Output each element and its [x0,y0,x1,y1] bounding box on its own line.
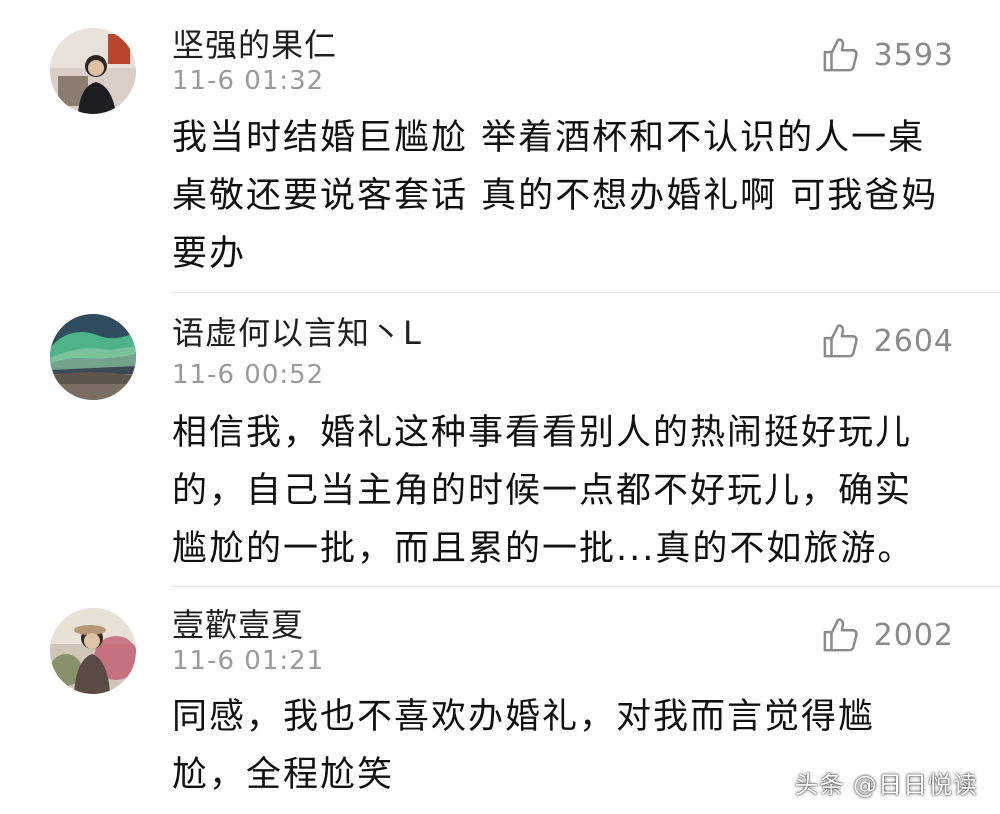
avatar[interactable] [50,28,136,114]
timestamp: 11-6 00:52 [172,360,325,390]
timestamp: 11-6 01:32 [172,66,325,96]
username[interactable]: 坚强的果仁 [172,20,337,66]
watermark: 头条 @日日悦读 [794,771,978,799]
like-count: 2604 [873,323,954,359]
username[interactable]: 语虚何以言知丶L [172,308,422,354]
thumbs-up-icon [822,616,860,654]
avatar[interactable] [50,608,136,694]
like-button[interactable]: 2604 [822,322,954,360]
like-count: 3593 [873,37,954,73]
comment-text: 相信我，婚礼这种事看看别人的热闹挺好玩儿的，自己当主角的时候一点都不好玩儿，确实… [172,413,915,569]
like-button[interactable]: 2002 [822,616,954,654]
thumbs-up-icon [822,36,860,74]
avatar[interactable] [50,314,136,400]
divider [172,586,1000,587]
username[interactable]: 壹歡壹夏 [172,600,304,646]
like-count: 2002 [873,617,954,653]
comment-text: 我当时结婚巨尴尬 举着酒杯和不认识的人一桌桌敬还要说客套话 真的不想办婚礼啊 可… [172,118,939,274]
divider [172,292,1000,293]
thumbs-up-icon [822,322,860,360]
like-button[interactable]: 3593 [822,36,954,74]
timestamp: 11-6 01:21 [172,646,325,676]
